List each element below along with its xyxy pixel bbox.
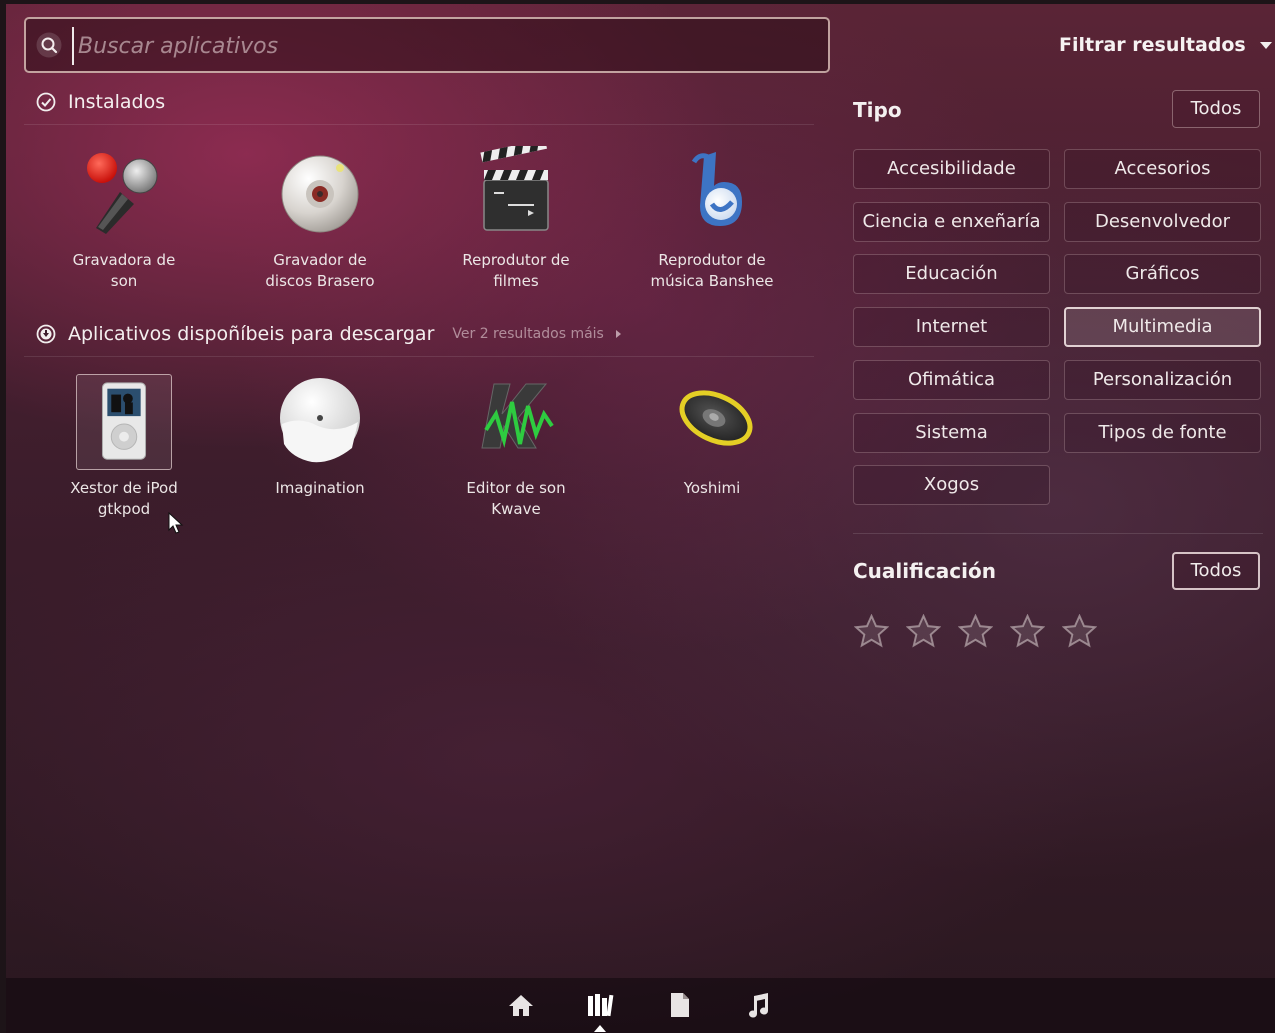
ipod-icon	[76, 374, 172, 470]
category-available-header: Aplicativos dispoñíbeis para descargar V…	[36, 323, 621, 345]
star-outline-icon[interactable]	[854, 614, 889, 649]
search-icon	[36, 32, 62, 58]
filter-type-option[interactable]: Accesibilidade	[853, 149, 1050, 189]
applications-lens-icon[interactable]	[585, 990, 615, 1020]
star-outline-icon[interactable]	[906, 614, 941, 649]
search-input[interactable]	[72, 27, 820, 65]
filter-type-option[interactable]: Accesorios	[1064, 149, 1261, 189]
filter-type-option-active[interactable]: Multimedia	[1064, 307, 1261, 347]
category-divider	[24, 124, 814, 125]
music-lens-icon[interactable]	[743, 990, 773, 1020]
filter-type-option[interactable]: Internet	[853, 307, 1050, 347]
app-tile-sound-recorder[interactable]: Gravadora de son	[44, 146, 204, 292]
chevron-down-icon	[1259, 41, 1272, 49]
download-circle-icon	[36, 324, 56, 344]
kwave-icon	[468, 374, 564, 470]
filter-type-option[interactable]: Personalización	[1064, 360, 1261, 400]
mouse-cursor-icon	[168, 512, 184, 534]
chevron-right-icon	[615, 330, 621, 338]
app-label: Imagination	[275, 479, 365, 497]
microphone-icon	[76, 146, 172, 242]
app-tile-yoshimi[interactable]: Yoshimi	[632, 374, 792, 499]
filter-divider	[853, 533, 1263, 534]
filter-type-all-button[interactable]: Todos	[1172, 90, 1260, 128]
category-divider	[24, 356, 814, 357]
app-label: Gravador de discos Brasero	[265, 251, 375, 290]
see-more-label: Ver 2 resultados máis	[452, 326, 604, 342]
star-outline-icon[interactable]	[958, 614, 993, 649]
filter-type-option[interactable]: Ciencia e enxeñaría	[853, 202, 1050, 242]
speaker-icon	[664, 374, 760, 470]
filter-type-option[interactable]: Desenvolvedor	[1064, 202, 1261, 242]
filter-type-title: Tipo	[853, 98, 902, 122]
see-more-results-link[interactable]: Ver 2 resultados máis	[452, 326, 621, 342]
app-tile-kwave[interactable]: Editor de son Kwave	[436, 374, 596, 520]
filter-rating-title: Cualificación	[853, 559, 996, 583]
disc-burner-icon	[272, 146, 368, 242]
filter-rating-all-button[interactable]: Todos	[1172, 552, 1260, 590]
app-label: Reprodutor de música Banshee	[650, 251, 774, 290]
clapperboard-icon	[468, 138, 564, 242]
filter-results-label: Filtrar resultados	[1059, 34, 1246, 56]
app-tile-imagination[interactable]: Imagination	[240, 374, 400, 499]
category-installed-header: Instalados	[36, 91, 165, 113]
app-tile-movie-player[interactable]: Reprodutor de filmes	[436, 138, 596, 292]
files-lens-icon[interactable]	[664, 990, 694, 1020]
filter-results-toggle[interactable]: Filtrar resultados	[1059, 34, 1272, 56]
filter-type-option[interactable]: Ofimática	[853, 360, 1050, 400]
star-outline-icon[interactable]	[1062, 614, 1097, 649]
home-lens-icon[interactable]	[506, 990, 536, 1020]
app-tile-brasero[interactable]: Gravador de discos Brasero	[240, 146, 400, 292]
check-circle-icon	[36, 92, 56, 112]
filter-type-option[interactable]: Educación	[853, 254, 1050, 294]
active-lens-indicator	[594, 1025, 606, 1032]
app-label: Editor de son Kwave	[466, 479, 566, 518]
lens-bar	[6, 978, 1275, 1033]
filter-type-option[interactable]: Tipos de fonte	[1064, 413, 1261, 453]
search-bar[interactable]	[24, 17, 830, 73]
filter-type-option[interactable]: Sistema	[853, 413, 1050, 453]
app-tile-banshee[interactable]: Reprodutor de música Banshee	[632, 146, 792, 292]
filter-type-option[interactable]: Gráficos	[1064, 254, 1261, 294]
imagination-disc-icon	[272, 374, 368, 470]
category-available-title: Aplicativos dispoñíbeis para descargar	[68, 323, 435, 345]
rating-stars	[854, 614, 1097, 649]
app-tile-gtkpod[interactable]: Xestor de iPod gtkpod	[44, 374, 204, 520]
app-label: Yoshimi	[683, 479, 741, 497]
category-installed-title: Instalados	[68, 91, 166, 113]
star-outline-icon[interactable]	[1010, 614, 1045, 649]
app-label: Gravadora de son	[72, 251, 176, 290]
dash-overlay: Filtrar resultados Instalados G	[6, 4, 1275, 1033]
banshee-icon	[664, 146, 760, 242]
filter-type-option[interactable]: Xogos	[853, 465, 1050, 505]
app-label: Reprodutor de filmes	[462, 251, 570, 290]
